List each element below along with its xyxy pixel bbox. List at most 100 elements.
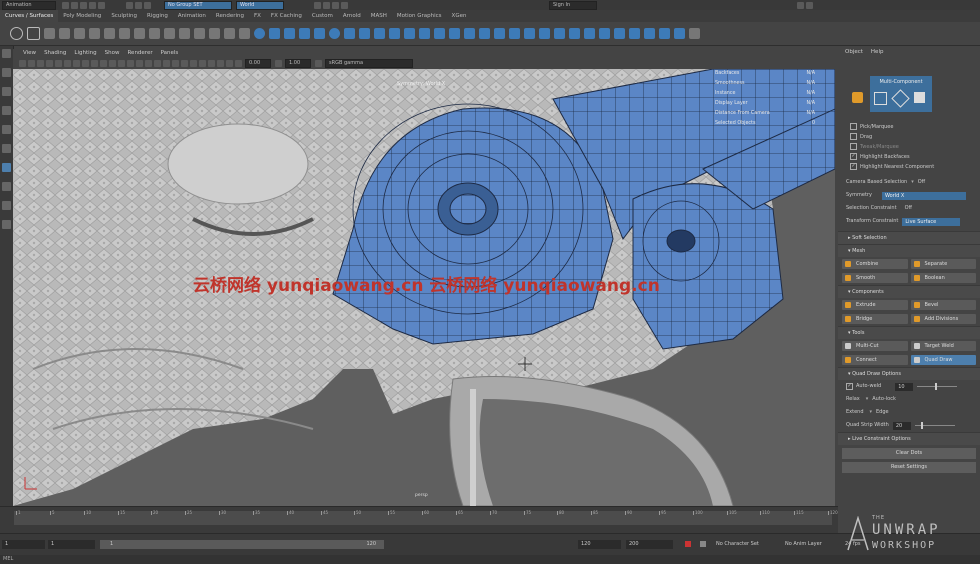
duplicate-surface-icon[interactable] (464, 28, 475, 39)
detach-curves-icon[interactable] (134, 28, 145, 39)
menu-view[interactable]: View (19, 49, 40, 58)
exposure-icon[interactable] (235, 60, 242, 67)
nurbs-circle-icon[interactable] (10, 27, 23, 40)
new-scene-icon[interactable] (62, 1, 69, 9)
attach-surfaces-icon[interactable] (539, 28, 550, 39)
snap-curve-icon[interactable] (323, 1, 330, 9)
isolate-select-icon[interactable] (199, 60, 206, 67)
selection-set-dropdown[interactable]: No Group SET (164, 0, 232, 10)
tab-curves-surfaces[interactable]: Curves / Surfaces (0, 10, 59, 22)
anim-end-field[interactable]: 200 (626, 540, 673, 549)
project-curve-icon[interactable] (479, 28, 490, 39)
rebuild-surface-icon[interactable] (614, 28, 625, 39)
tab-fx[interactable]: FX (249, 10, 266, 22)
scale-tool-icon[interactable] (2, 144, 11, 153)
bend-icon[interactable] (659, 28, 670, 39)
range-end-field[interactable]: 120 (578, 540, 621, 549)
open-scene-icon[interactable] (71, 1, 78, 9)
bevel-plus-icon[interactable] (419, 28, 430, 39)
nurbs-cylinder-icon[interactable] (284, 28, 295, 39)
curve-tool-icon[interactable] (44, 28, 55, 39)
range-slider[interactable]: 1 120 (100, 540, 384, 549)
character-set-icon[interactable] (700, 541, 706, 547)
revolve-icon[interactable] (344, 28, 355, 39)
mesh-section-header[interactable]: ▾ Mesh (838, 244, 980, 257)
connect-button[interactable]: Connect (842, 355, 908, 365)
wireframe-icon[interactable] (109, 60, 116, 67)
rotate-tool-icon[interactable] (2, 125, 11, 134)
menu-renderer[interactable]: Renderer (123, 49, 156, 58)
symmetry-dropdown[interactable]: World X (881, 191, 966, 200)
add-divisions-button[interactable]: Add Divisions (910, 314, 976, 324)
tab-fx-caching[interactable]: FX Caching (266, 10, 307, 22)
menu-icon[interactable] (806, 1, 813, 9)
live-constraint-options-header[interactable]: ▸ Live Constraint Options (838, 432, 980, 445)
loft-icon[interactable] (359, 28, 370, 39)
soft-selection-section[interactable]: ▸ Soft Selection (838, 231, 980, 244)
film-gate-icon[interactable] (64, 60, 71, 67)
option-highlight-backfaces[interactable]: ✓ Highlight Backfaces (838, 152, 980, 162)
untrim-icon[interactable] (524, 28, 535, 39)
outliner-layout-icon[interactable] (2, 220, 11, 229)
auto-weld-slider[interactable] (917, 383, 958, 390)
combine-button[interactable]: Combine (842, 259, 908, 269)
open-close-icon[interactable] (569, 28, 580, 39)
sign-in-dropdown[interactable]: Sign In (549, 0, 597, 10)
quad-draw-button[interactable]: Quad Draw (910, 355, 976, 365)
time-slider-track[interactable]: 1 5 10 15 20 25 30 35 40 45 50 55 60 65 70 75 80 85 90 95 10… (14, 510, 838, 525)
menu-help[interactable]: Help (871, 49, 884, 55)
transform-constraint-dropdown[interactable]: Live Surface (902, 217, 961, 226)
surface-editing-icon[interactable] (644, 28, 655, 39)
field-chart-icon[interactable] (91, 60, 98, 67)
option-pick-marquee[interactable]: Pick/Marquee (838, 122, 980, 132)
undo-icon[interactable] (89, 1, 96, 9)
image-plane-icon[interactable] (46, 60, 53, 67)
selection-constraint-dropdown[interactable]: Off (905, 202, 912, 215)
nurbs-square-icon[interactable] (27, 27, 40, 40)
viewport[interactable]: Backfaces N/A Smoothness N/A Instance N/A D… (13, 69, 835, 506)
quad-strip-width-slider[interactable] (914, 422, 955, 429)
tab-rigging[interactable]: Rigging (142, 10, 173, 22)
face-mode-icon[interactable] (914, 92, 925, 103)
bookmark-icon[interactable] (37, 60, 44, 67)
range-start-field[interactable]: 1 (2, 540, 45, 549)
smooth-shade-icon[interactable] (118, 60, 125, 67)
safe-action-icon[interactable] (100, 60, 107, 67)
motion-blur-icon[interactable] (172, 60, 179, 67)
tab-xgen[interactable]: XGen (447, 10, 472, 22)
option-highlight-nearest[interactable]: ✓ Highlight Nearest Component (838, 162, 980, 172)
tab-sculpting[interactable]: Sculpting (106, 10, 142, 22)
bezier-curve-icon[interactable] (74, 28, 85, 39)
stitch-icon[interactable] (674, 28, 685, 39)
snap-point-icon[interactable] (332, 1, 339, 9)
tools-section-header[interactable]: ▾ Tools (838, 326, 980, 339)
tab-rendering[interactable]: Rendering (211, 10, 249, 22)
nurbs-sphere-icon[interactable] (254, 28, 265, 39)
separate-button[interactable]: Separate (910, 259, 976, 269)
boundary-icon[interactable] (434, 28, 445, 39)
nurbs-torus-icon[interactable] (329, 28, 340, 39)
tab-animation[interactable]: Animation (173, 10, 211, 22)
menu-shading[interactable]: Shading (40, 49, 70, 58)
components-section-header[interactable]: ▾ Components (838, 285, 980, 298)
select-by-component-icon[interactable] (144, 1, 151, 9)
auto-weld-field[interactable]: 10 (895, 382, 914, 391)
add-points-icon[interactable] (209, 28, 220, 39)
planar-icon[interactable] (374, 28, 385, 39)
anim-start-field[interactable]: 1 (48, 540, 95, 549)
clear-dots-button[interactable]: Clear Dots (842, 448, 976, 459)
mode-dropdown[interactable]: Animation (2, 0, 56, 10)
ambient-occlusion-icon[interactable] (163, 60, 170, 67)
textured-icon[interactable] (136, 60, 143, 67)
depth-of-field-icon[interactable] (190, 60, 197, 67)
xray-joints-icon[interactable] (217, 60, 224, 67)
checkbox-checked-icon[interactable]: ✓ (846, 383, 853, 390)
arc-tool-icon[interactable] (104, 28, 115, 39)
tab-poly-modeling[interactable]: Poly Modeling (58, 10, 106, 22)
attach-curves-icon[interactable] (119, 28, 130, 39)
gate-mask-icon[interactable] (82, 60, 89, 67)
workspace-icon[interactable] (797, 1, 804, 9)
rebuild-curve-icon[interactable] (194, 28, 205, 39)
shadows-icon[interactable] (154, 60, 161, 67)
quad-strip-width-field[interactable]: 20 (892, 421, 911, 430)
